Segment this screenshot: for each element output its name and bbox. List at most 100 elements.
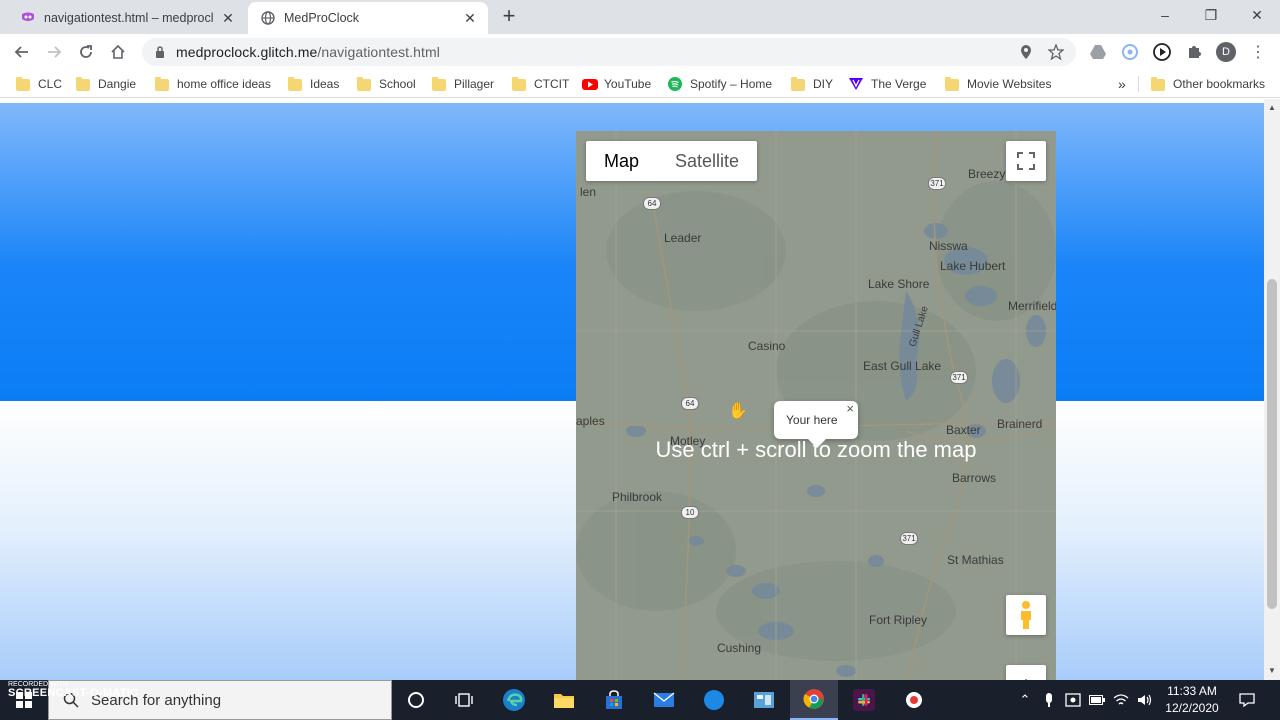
file-explorer-button[interactable] — [540, 680, 588, 720]
google-map[interactable]: 64 371 64 371 10 371 Breezy len Leader N… — [576, 131, 1056, 680]
url-text: medproclock.glitch.me/navigationtest.htm… — [176, 44, 440, 60]
bookmark-label: CTCIT — [534, 77, 570, 91]
location-pin-icon[interactable] — [1018, 44, 1034, 60]
system-clock[interactable]: 11:33 AM 12/2/2020 — [1154, 683, 1230, 717]
route-shield: 371 — [928, 177, 946, 190]
folder-icon — [288, 76, 302, 91]
info-window-close-button[interactable]: × — [846, 401, 854, 416]
bookmark-star-icon[interactable] — [1048, 44, 1064, 60]
bookmark-movie-websites[interactable]: Movie Websites — [945, 76, 1051, 92]
map-place-label: aples — [576, 414, 605, 428]
scroll-thumb[interactable] — [1267, 279, 1277, 609]
circle-extension-icon[interactable] — [1120, 42, 1140, 62]
new-tab-button[interactable]: + — [498, 5, 520, 28]
minimize-button[interactable]: – — [1142, 0, 1188, 30]
reload-button[interactable] — [72, 38, 100, 66]
battery-icon[interactable] — [1088, 690, 1106, 710]
security-icon[interactable] — [1064, 690, 1082, 710]
restore-button[interactable]: ❐ — [1188, 0, 1234, 30]
globe-icon — [260, 10, 276, 26]
profile-avatar[interactable]: D — [1216, 42, 1236, 62]
folder-icon — [945, 76, 959, 91]
bookmarks-overflow-button[interactable]: » — [1118, 76, 1126, 92]
tab-medproclock[interactable]: MedProClock ✕ — [248, 2, 488, 34]
map-place-label: Nisswa — [929, 239, 968, 253]
notifications-icon[interactable] — [1238, 690, 1256, 710]
bookmark-home-office-ideas[interactable]: home office ideas — [155, 76, 271, 92]
close-icon[interactable]: ✕ — [220, 10, 236, 26]
bookmark-diy[interactable]: DIY — [791, 76, 833, 92]
plus-icon: + — [1020, 672, 1033, 680]
hand-cursor-icon: ✋ — [728, 403, 748, 420]
mail-button[interactable] — [640, 680, 688, 720]
map-place-label: Brainerd — [997, 417, 1043, 431]
street-view-pegman-button[interactable] — [1006, 595, 1046, 635]
store-button[interactable] — [590, 680, 638, 720]
bookmark-ctcit[interactable]: CTCIT — [512, 76, 569, 92]
task-view-button[interactable] — [440, 680, 488, 720]
home-button[interactable] — [104, 38, 132, 66]
wifi-icon[interactable] — [1112, 690, 1130, 710]
bookmark-label: Spotify – Home — [690, 77, 773, 91]
edge-taskbar-button[interactable] — [490, 680, 538, 720]
folder-explorer-icon — [554, 694, 574, 708]
chrome-icon — [803, 689, 824, 709]
bookmark-label: Dangie — [98, 77, 137, 91]
chrome-taskbar-button[interactable] — [790, 680, 838, 720]
bookmark-spotify[interactable]: Spotify – Home — [668, 76, 772, 92]
map-place-label: Leader — [664, 231, 702, 245]
slack-taskbar-button[interactable] — [840, 680, 888, 720]
slack-icon — [853, 689, 875, 711]
browser-toolbar: medproclock.glitch.me/navigationtest.htm… — [0, 34, 1280, 70]
bookmark-clc[interactable]: CLC — [16, 76, 62, 92]
home-icon — [111, 44, 125, 59]
volume-icon[interactable] — [1136, 690, 1154, 710]
route-shield: 371 — [900, 532, 918, 545]
map-place-label: Cushing — [717, 641, 762, 655]
bookmark-the-verge[interactable]: The Verge — [849, 76, 926, 92]
mail-icon — [653, 692, 675, 707]
drive-extension-icon[interactable] — [1088, 42, 1108, 62]
control-panel-button[interactable] — [740, 680, 788, 720]
back-button[interactable] — [8, 38, 36, 66]
close-icon[interactable]: ✕ — [462, 10, 478, 26]
spotify-icon — [668, 77, 682, 91]
verge-icon — [849, 77, 863, 91]
route-shield: 10 — [681, 506, 699, 519]
bookmark-label: The Verge — [871, 77, 927, 91]
bookmark-school[interactable]: School — [357, 76, 416, 92]
forward-button[interactable] — [40, 38, 68, 66]
route-shield: 64 — [643, 197, 661, 210]
close-window-button[interactable]: ✕ — [1234, 0, 1280, 30]
recorder-taskbar-button[interactable] — [890, 680, 938, 720]
back-arrow-icon — [14, 46, 28, 58]
show-hidden-icons-chevron-icon[interactable]: ⌃ — [1016, 690, 1034, 710]
compass-icon — [704, 690, 724, 710]
scroll-down-arrow-icon[interactable]: ▼ — [1267, 666, 1277, 676]
cortana-button[interactable] — [392, 680, 440, 720]
lock-icon[interactable] — [154, 46, 166, 58]
menu-kebab-icon[interactable]: ⋮ — [1248, 42, 1268, 62]
windows-taskbar: Search for anything ⌃ 11:33 AM 12/2/2020 — [0, 680, 1280, 720]
bookmark-dangie[interactable]: Dangie — [76, 76, 136, 92]
bookmark-label: Pillager — [454, 77, 495, 91]
route-shield: 371 — [950, 371, 968, 384]
bookmark-other[interactable]: Other bookmarks — [1151, 76, 1265, 92]
scroll-up-arrow-icon[interactable]: ▲ — [1267, 103, 1277, 113]
extensions-puzzle-icon[interactable] — [1184, 42, 1204, 62]
play-extension-icon[interactable] — [1152, 42, 1172, 62]
bookmark-pillager[interactable]: Pillager — [432, 76, 494, 92]
map-type-map-button[interactable]: Map — [586, 141, 657, 181]
zoom-in-button[interactable]: + — [1006, 665, 1046, 680]
microphone-icon[interactable] — [1040, 690, 1058, 710]
clock-time: 11:33 AM — [1167, 684, 1217, 698]
tab-navigationtest[interactable]: navigationtest.html – medproclock ✕ — [8, 2, 246, 34]
screenpresso-button[interactable] — [690, 680, 738, 720]
bookmark-youtube[interactable]: YouTube — [582, 76, 651, 92]
map-type-satellite-button[interactable]: Satellite — [657, 141, 757, 181]
forward-arrow-icon — [48, 46, 62, 58]
bookmark-ideas[interactable]: Ideas — [288, 76, 339, 92]
page-scrollbar[interactable]: ▲ ▼ — [1264, 99, 1280, 680]
address-bar[interactable]: medproclock.glitch.me/navigationtest.htm… — [142, 38, 1076, 66]
fullscreen-button[interactable] — [1006, 141, 1046, 181]
